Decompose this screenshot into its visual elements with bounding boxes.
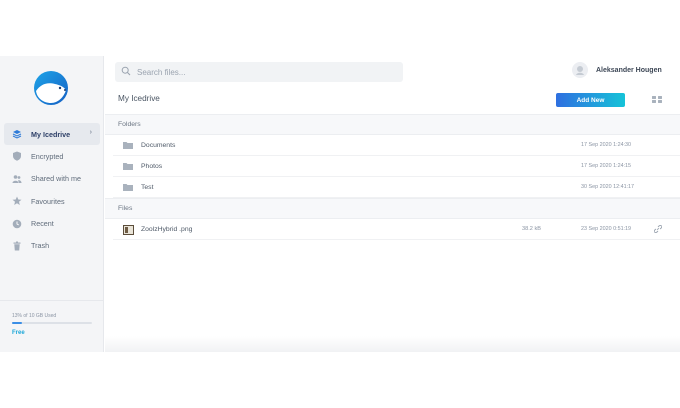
sidebar-item-my-icedrive[interactable]: My Icedrive › (4, 123, 100, 145)
search-bar[interactable] (115, 62, 403, 82)
star-icon (12, 196, 22, 206)
sidebar-item-label: Recent (31, 219, 54, 229)
app-window: My Icedrive › Encrypted Shared with me F… (0, 56, 680, 352)
file-date: 23 Sep 2020 0:51:19 (581, 226, 632, 232)
sidebar-nav: My Icedrive › Encrypted Shared with me F… (4, 123, 100, 257)
user-name: Aleksander Hougen (596, 66, 662, 74)
folder-icon (123, 183, 133, 193)
icedrive-logo[interactable] (33, 70, 69, 106)
folder-row[interactable]: Test 30 Sep 2020 12:41:17 (113, 177, 680, 198)
clock-icon (12, 219, 22, 229)
chevron-right-icon: › (89, 129, 92, 136)
sidebar-item-encrypted[interactable]: Encrypted (4, 145, 100, 167)
sidebar-item-recent[interactable]: Recent (4, 213, 100, 235)
sidebar-item-label: Shared with me (31, 174, 81, 184)
link-icon[interactable] (653, 225, 663, 235)
sidebar-item-favourites[interactable]: Favourites (4, 190, 100, 212)
sidebar: My Icedrive › Encrypted Shared with me F… (0, 56, 104, 352)
sidebar-item-label: Trash (31, 241, 50, 251)
trash-icon (12, 241, 22, 251)
sidebar-item-trash[interactable]: Trash (4, 235, 100, 257)
image-file-icon (123, 225, 134, 237)
layers-icon (12, 129, 22, 139)
file-listing: Folders Documents 17 Sep 2020 1:24:30 Ph… (105, 114, 680, 352)
folder-row[interactable]: Documents 17 Sep 2020 1:24:30 (113, 135, 680, 156)
search-icon (121, 63, 131, 81)
page-title: My Icedrive (118, 94, 160, 103)
search-input[interactable] (137, 67, 387, 77)
storage-progress-bar (12, 322, 92, 324)
file-name[interactable]: ZoolzHybrid .png (141, 226, 192, 233)
folders-section-header: Folders (105, 114, 680, 135)
file-row[interactable]: ZoolzHybrid .png 38.2 kB 23 Sep 2020 0:5… (113, 219, 680, 240)
shield-icon (12, 151, 22, 162)
folder-name[interactable]: Test (141, 184, 153, 191)
users-icon (12, 174, 22, 184)
storage-progress-fill (12, 322, 23, 324)
file-size: 38.2 kB (522, 226, 541, 232)
bottom-fade (105, 336, 680, 352)
storage-plan-label[interactable]: Free (12, 330, 25, 336)
folder-icon (123, 141, 133, 151)
avatar[interactable] (572, 62, 588, 78)
sidebar-item-label: Encrypted (31, 151, 64, 161)
folder-name[interactable]: Photos (141, 163, 162, 170)
folder-date: 17 Sep 2020 1:24:15 (581, 163, 632, 169)
add-new-button[interactable]: Add New (556, 93, 625, 107)
folder-row[interactable]: Photos 17 Sep 2020 1:24:15 (113, 156, 680, 177)
storage-usage: 13% of 10 GB Used Free (0, 300, 104, 352)
storage-used-text: 13% of 10 GB Used (12, 313, 57, 319)
files-section-header: Files (105, 198, 680, 219)
grid-view-toggle-icon[interactable] (652, 96, 662, 104)
avatar-icon (576, 66, 584, 75)
folder-icon (123, 162, 133, 172)
folder-date: 17 Sep 2020 1:24:30 (581, 142, 632, 148)
folder-name[interactable]: Documents (141, 142, 175, 149)
folder-date: 30 Sep 2020 12:41:17 (581, 184, 635, 190)
sidebar-item-label: My Icedrive (31, 129, 71, 139)
user-menu[interactable]: Aleksander Hougen (572, 62, 662, 78)
sidebar-item-label: Favourites (31, 196, 65, 206)
sidebar-item-shared[interactable]: Shared with me (4, 168, 100, 190)
